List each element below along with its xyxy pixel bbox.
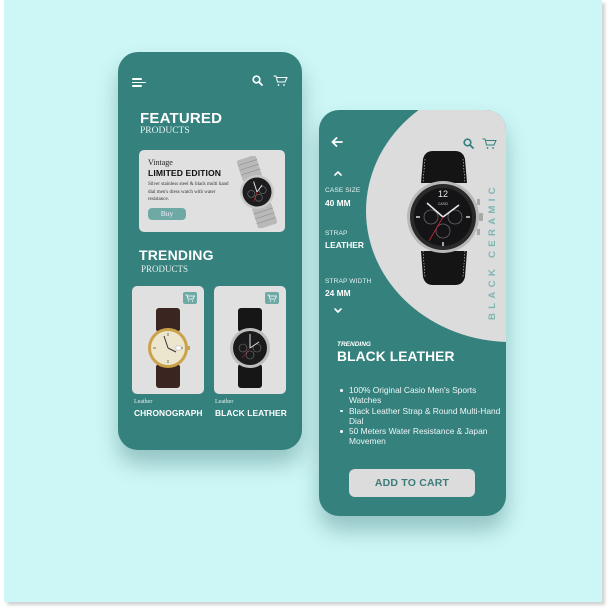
add-to-cart-badge[interactable] <box>265 292 279 304</box>
svg-text:12: 12 <box>438 189 448 199</box>
featured-product-title: LIMITED EDITION <box>148 168 222 178</box>
spec-label-case-size: CASE SIZE <box>325 187 361 194</box>
product-detail-screen: CASE SIZE 40 MM STRAP LEATHER STRAP WIDT… <box>319 110 506 516</box>
vertical-material-label: BLACK CERAMIC <box>487 183 498 320</box>
spec-value-case-size: 40 MM <box>325 198 351 208</box>
product-title: BLACK LEATHER <box>337 349 455 364</box>
svg-text:CASIO: CASIO <box>438 202 448 206</box>
add-to-cart-badge[interactable] <box>183 292 197 304</box>
product-name: BLACK LEATHER <box>215 408 287 418</box>
silver-watch-image <box>236 156 278 228</box>
trending-subtitle: PRODUCTS <box>141 264 189 274</box>
featured-product-card[interactable]: Vintage LIMITED EDITION Silver stainless… <box>139 150 285 232</box>
back-arrow-icon[interactable] <box>331 137 343 147</box>
feature-item: 100% Original Casio Men's Sports Watches <box>339 385 505 406</box>
feature-item: 50 Meters Water Resistance & Japan Movem… <box>339 426 505 447</box>
product-category: Leather <box>134 399 153 405</box>
featured-product-description: Silver stainless steel & black multi han… <box>148 182 229 202</box>
cart-icon[interactable] <box>273 75 288 87</box>
chevron-up-icon[interactable] <box>334 171 342 176</box>
featured-subtitle: PRODUCTS <box>140 126 190 136</box>
product-name: CHRONOGRAPH <box>134 408 203 418</box>
spec-value-strap: LEATHER <box>325 240 364 250</box>
spec-label-strap: STRAP <box>325 230 348 237</box>
background-canvas: FEATURED PRODUCTS Vintage LIMITED EDITIO… <box>4 0 602 602</box>
product-card-chronograph[interactable] <box>132 286 204 394</box>
feature-list: 100% Original Casio Men's Sports Watches… <box>339 385 505 447</box>
product-eyebrow: TRENDING <box>337 341 371 348</box>
trending-title: TRENDING <box>139 247 214 263</box>
spec-label-strap-width: STRAP WIDTH <box>325 278 372 285</box>
cart-icon[interactable] <box>482 138 497 150</box>
menu-icon[interactable] <box>132 78 146 87</box>
add-to-cart-button[interactable]: ADD TO CART <box>349 469 475 497</box>
product-category: Leather <box>215 399 234 405</box>
hero-watch-image: 12 CASIO <box>407 151 483 285</box>
cart-icon <box>185 294 195 302</box>
home-screen: FEATURED PRODUCTS Vintage LIMITED EDITIO… <box>118 52 302 450</box>
black-watch-image <box>230 308 270 388</box>
gold-watch-image <box>148 308 190 388</box>
product-card-black-leather[interactable] <box>214 286 286 394</box>
search-icon[interactable] <box>252 75 263 86</box>
feature-item: Black Leather Strap & Round Multi-Hand D… <box>339 406 505 427</box>
chevron-down-icon[interactable] <box>334 308 342 313</box>
featured-eyebrow: Vintage <box>148 158 173 167</box>
spec-value-strap-width: 24 MM <box>325 288 351 298</box>
buy-button[interactable]: Buy <box>148 208 186 220</box>
featured-title: FEATURED <box>140 110 223 127</box>
cart-icon <box>267 294 277 302</box>
